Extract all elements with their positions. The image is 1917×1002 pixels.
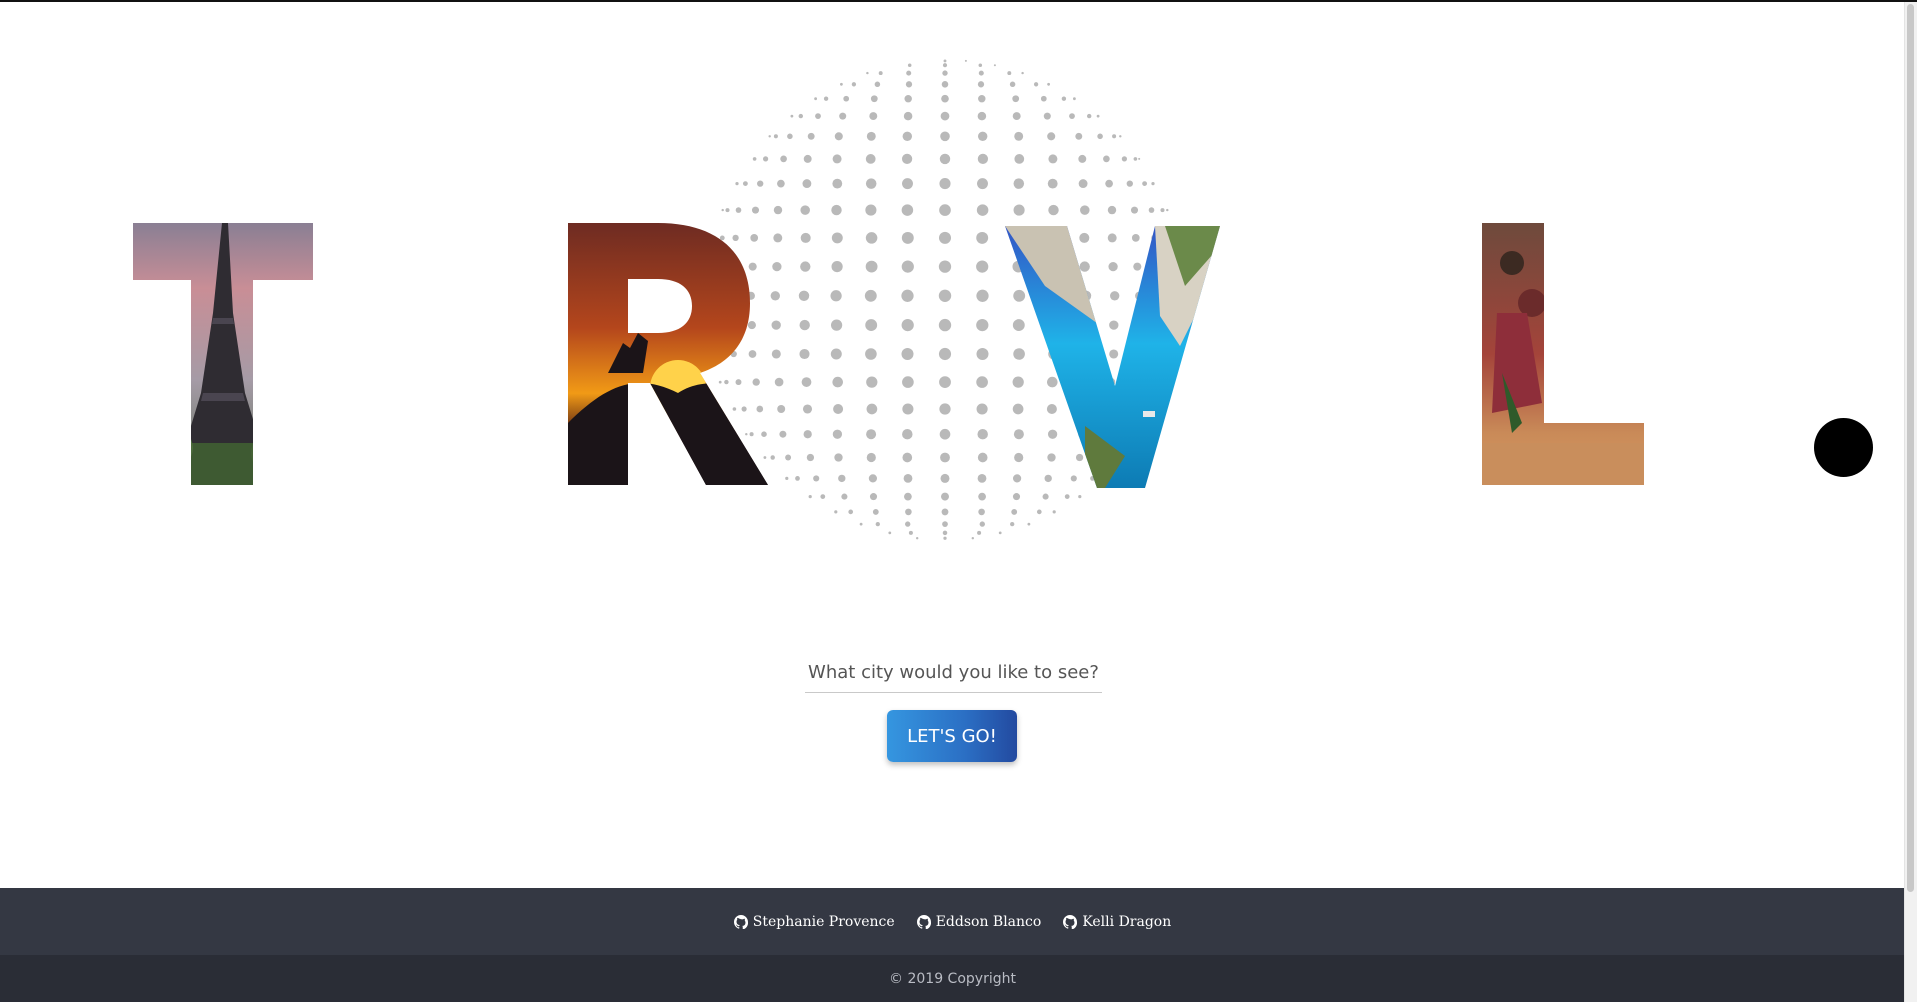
- footer-link-eddson-blanco[interactable]: Eddson Blanco: [916, 913, 1042, 930]
- footer-link-label: Kelli Dragon: [1082, 913, 1172, 930]
- footer-copyright-bar: © 2019 Copyright: [0, 955, 1905, 1002]
- letter-l: [1482, 223, 1644, 485]
- github-icon: [916, 914, 931, 929]
- letter-r: [568, 223, 768, 485]
- brand-dot: [1814, 418, 1873, 477]
- footer-links-bar: Stephanie Provence Eddson Blanco Kelli D…: [0, 888, 1905, 955]
- footer-link-kelli-dragon[interactable]: Kelli Dragon: [1063, 914, 1171, 930]
- lets-go-button[interactable]: LET'S GO!: [887, 710, 1017, 762]
- letter-t: [133, 223, 313, 485]
- page-scrollbar[interactable]: [1904, 2, 1917, 1002]
- footer-link-label: Eddson Blanco: [935, 913, 1042, 930]
- city-search-input[interactable]: [805, 653, 1102, 693]
- github-icon: [733, 914, 748, 929]
- copyright-text: © 2019 Copyright: [889, 970, 1016, 987]
- footer-link-stephanie-provence[interactable]: Stephanie Provence: [733, 913, 895, 930]
- github-icon: [1063, 914, 1078, 929]
- search-container: [805, 653, 1102, 693]
- scrollbar-thumb[interactable]: [1907, 4, 1914, 892]
- letter-v: [1005, 226, 1220, 488]
- footer-link-label: Stephanie Provence: [752, 913, 895, 930]
- hero-section: LET'S GO!: [0, 0, 1905, 888]
